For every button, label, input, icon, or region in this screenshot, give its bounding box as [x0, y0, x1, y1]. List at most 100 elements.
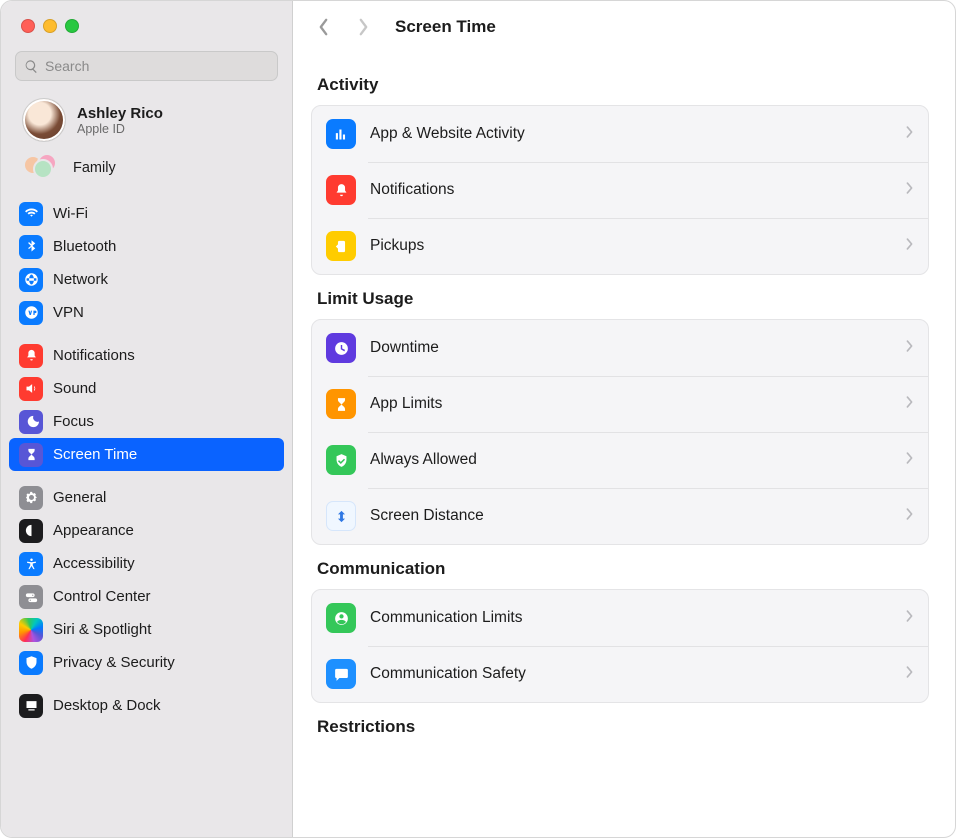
bluetooth-icon [19, 235, 43, 259]
sidebar-item-controlcenter[interactable]: Control Center [9, 580, 284, 613]
sidebar-label: Screen Time [53, 446, 137, 463]
sidebar-label: Desktop & Dock [53, 697, 161, 714]
sidebar-label: Appearance [53, 522, 134, 539]
back-button[interactable] [311, 18, 335, 36]
focus-icon [19, 410, 43, 434]
sidebar-item-privacy[interactable]: Privacy & Security [9, 646, 284, 679]
wifi-icon [19, 202, 43, 226]
vpn-icon [19, 301, 43, 325]
sidebar-item-accessibility[interactable]: Accessibility [9, 547, 284, 580]
sidebar-label: Wi-Fi [53, 205, 88, 222]
search-input[interactable]: Search [15, 51, 278, 81]
family-label: Family [73, 160, 116, 176]
sidebar-item-general[interactable]: General [9, 481, 284, 514]
row-communication-safety[interactable]: Communication Safety [312, 646, 928, 702]
sidebar-item-appearance[interactable]: Appearance [9, 514, 284, 547]
row-label: Communication Safety [370, 665, 891, 683]
sidebar-item-focus[interactable]: Focus [9, 405, 284, 438]
section-title-communication: Communication [311, 545, 929, 589]
row-notifications[interactable]: Notifications [312, 162, 928, 218]
sidebar-label: Control Center [53, 588, 151, 605]
section-limit-usage: Downtime App Limits Always Allowed Scree… [311, 319, 929, 545]
account-subtitle: Apple ID [77, 122, 163, 136]
row-pickups[interactable]: Pickups [312, 218, 928, 274]
appearance-icon [19, 519, 43, 543]
sidebar-nav: Wi-Fi Bluetooth Network VPN [1, 193, 292, 732]
row-downtime[interactable]: Downtime [312, 320, 928, 376]
sidebar: Search Ashley Rico Apple ID Family Wi-Fi [1, 1, 293, 837]
checkmark-shield-icon [326, 445, 356, 475]
hourglass-icon [326, 389, 356, 419]
apple-id-account[interactable]: Ashley Rico Apple ID [1, 89, 292, 145]
sidebar-item-bluetooth[interactable]: Bluetooth [9, 230, 284, 263]
sidebar-item-sound[interactable]: Sound [9, 372, 284, 405]
chevron-right-icon [905, 125, 914, 144]
sidebar-label: Privacy & Security [53, 654, 175, 671]
maximize-window[interactable] [65, 19, 79, 33]
close-window[interactable] [21, 19, 35, 33]
row-label: Always Allowed [370, 451, 891, 469]
pickups-icon [326, 231, 356, 261]
section-title-limitusage: Limit Usage [311, 275, 929, 319]
family-row[interactable]: Family [1, 145, 292, 193]
sidebar-item-network[interactable]: Network [9, 263, 284, 296]
user-avatar [23, 99, 65, 141]
system-settings-window: Search Ashley Rico Apple ID Family Wi-Fi [0, 0, 956, 838]
chevron-right-icon [905, 181, 914, 200]
sidebar-item-screentime[interactable]: Screen Time [9, 438, 284, 471]
section-title-activity: Activity [311, 61, 929, 105]
sidebar-item-notifications[interactable]: Notifications [9, 339, 284, 372]
chevron-right-icon [905, 665, 914, 684]
sidebar-item-desktop-dock[interactable]: Desktop & Dock [9, 689, 284, 722]
sidebar-label: Bluetooth [53, 238, 116, 255]
chat-bubble-icon [326, 659, 356, 689]
row-screen-distance[interactable]: Screen Distance [312, 488, 928, 544]
row-app-website-activity[interactable]: App & Website Activity [312, 106, 928, 162]
sidebar-label: Siri & Spotlight [53, 621, 151, 638]
minimize-window[interactable] [43, 19, 57, 33]
clock-icon [326, 333, 356, 363]
sidebar-label: VPN [53, 304, 84, 321]
row-app-limits[interactable]: App Limits [312, 376, 928, 432]
sidebar-label: Accessibility [53, 555, 135, 572]
section-title-restrictions: Restrictions [311, 703, 929, 747]
main-pane: Screen Time Activity App & Website Activ… [293, 1, 955, 837]
row-label: Screen Distance [370, 507, 891, 525]
chevron-right-icon [905, 237, 914, 256]
chevron-right-icon [905, 339, 914, 358]
row-always-allowed[interactable]: Always Allowed [312, 432, 928, 488]
toolbar: Screen Time [293, 1, 955, 53]
chevron-right-icon [905, 609, 914, 628]
forward-button[interactable] [351, 18, 375, 36]
privacy-icon [19, 651, 43, 675]
desktop-dock-icon [19, 694, 43, 718]
bell-icon [326, 175, 356, 205]
sound-icon [19, 377, 43, 401]
content: Activity App & Website Activity Notifica… [293, 53, 955, 837]
network-icon [19, 268, 43, 292]
sidebar-label: Network [53, 271, 108, 288]
control-center-icon [19, 585, 43, 609]
search-placeholder: Search [45, 58, 89, 74]
section-communication: Communication Limits Communication Safet… [311, 589, 929, 703]
family-icon [23, 153, 61, 183]
sidebar-item-siri[interactable]: Siri & Spotlight [9, 613, 284, 646]
sidebar-item-vpn[interactable]: VPN [9, 296, 284, 329]
row-label: Pickups [370, 237, 891, 255]
chevron-right-icon [905, 395, 914, 414]
accessibility-icon [19, 552, 43, 576]
sidebar-item-wifi[interactable]: Wi-Fi [9, 197, 284, 230]
account-name: Ashley Rico [77, 105, 163, 122]
sidebar-label: Focus [53, 413, 94, 430]
screen-distance-icon [326, 501, 356, 531]
row-label: Communication Limits [370, 609, 891, 627]
search-icon [24, 59, 39, 74]
gear-icon [19, 486, 43, 510]
hourglass-icon [19, 443, 43, 467]
section-activity: App & Website Activity Notifications Pic… [311, 105, 929, 275]
row-communication-limits[interactable]: Communication Limits [312, 590, 928, 646]
sidebar-label: General [53, 489, 106, 506]
sidebar-label: Notifications [53, 347, 135, 364]
chevron-right-icon [905, 451, 914, 470]
bell-icon [19, 344, 43, 368]
